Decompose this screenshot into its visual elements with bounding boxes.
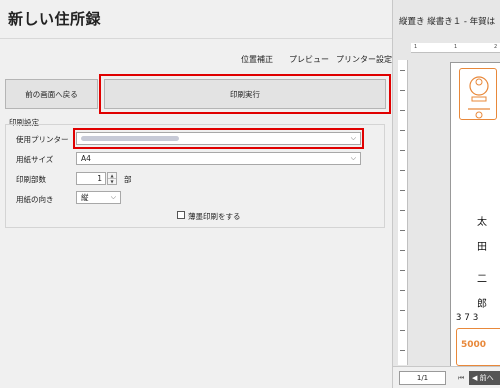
paper-size-select[interactable]: A4 ⌵ [76, 152, 361, 165]
thin-print-label[interactable]: 薄墨印刷をする [188, 211, 241, 222]
printer-label: 使用プリンター [16, 135, 69, 144]
vertical-ruler [398, 60, 408, 365]
postcard-preview: 太 田 二 郎 373 5000 [450, 62, 500, 367]
paper-size-value: A4 [81, 154, 91, 163]
chevron-down-icon: ⌵ [350, 154, 356, 162]
copies-unit: 部 [124, 175, 132, 184]
lottery-stamp-icon: 5000 [456, 328, 500, 366]
ruler-mark: 1 [414, 44, 418, 50]
copies-label: 印刷部数 [16, 175, 46, 184]
page-indicator[interactable]: 1/1 [399, 371, 446, 385]
stepper-down-icon[interactable]: ▼ [108, 179, 116, 185]
position-adjust-link[interactable]: 位置補正 [241, 54, 273, 65]
copies-input[interactable]: 1 [76, 172, 106, 185]
printer-settings-link[interactable]: プリンター設定 [336, 54, 392, 65]
postage-stamp-icon [459, 68, 497, 120]
postal-code: 373 [456, 313, 482, 323]
app-title: 新しい住所録 [8, 10, 102, 28]
address-char: 太 [477, 217, 487, 228]
orientation-value: 縦 [81, 193, 89, 202]
ruler-mark: 2 [494, 44, 498, 50]
stamp-value: 5000 [461, 340, 487, 350]
preview-panel: 縦置き 縦書き１ - 年賀は 1 1 2 太 田 二 郎 373 5000 1/… [392, 0, 500, 388]
printer-highlight [73, 128, 364, 149]
orientation-select[interactable]: 縦 ⌵ [76, 191, 121, 204]
chevron-left-icon: ◀ [472, 374, 480, 382]
print-button-highlight [99, 74, 391, 114]
address-char: 田 [477, 242, 487, 253]
first-page-icon[interactable]: ⏮ [458, 372, 466, 384]
preview-link[interactable]: プレビュー [289, 54, 329, 65]
prev-label: 前へ [479, 374, 494, 382]
thin-print-checkbox[interactable] [177, 211, 185, 219]
copies-stepper[interactable]: ▲ ▼ [107, 172, 117, 185]
horizontal-ruler: 1 1 2 [411, 43, 500, 53]
ruler-mark: 1 [454, 44, 458, 50]
paper-size-label: 用紙サイズ [16, 155, 54, 164]
preview-title: 縦置き 縦書き１ - 年賀は [399, 17, 496, 27]
print-settings-panel: 新しい住所録 位置補正 プレビュー プリンター設定 前の画面へ戻る 印刷実行 印… [0, 0, 392, 388]
orientation-label: 用紙の向き [16, 195, 54, 204]
address-char: 郎 [477, 299, 487, 310]
preview-nav-bar: 1/1 ⏮ ◀ 前へ [393, 366, 500, 388]
chevron-down-icon: ⌵ [110, 193, 116, 201]
back-button[interactable]: 前の画面へ戻る [5, 79, 98, 109]
address-char: 二 [477, 274, 487, 285]
title-divider [0, 38, 392, 39]
prev-page-button[interactable]: ◀ 前へ [469, 371, 500, 385]
